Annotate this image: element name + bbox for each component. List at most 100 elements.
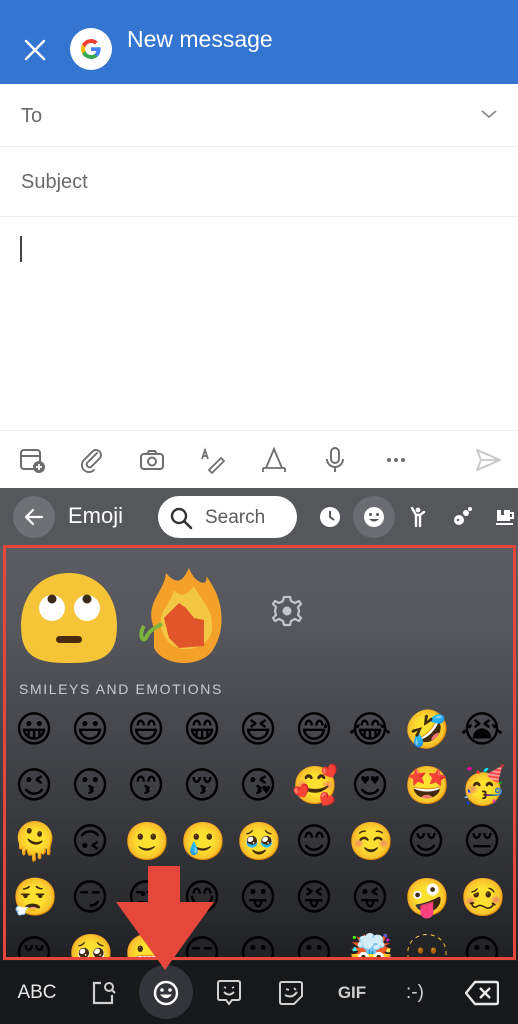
emoji-key[interactable]: 🤩 [404,764,450,808]
backspace-icon [465,980,499,1006]
category-people-activity[interactable] [397,496,439,538]
chevron-down-icon[interactable] [480,108,498,120]
emoji-key[interactable]: 😍 [348,764,392,808]
compose-screen: New message To Subject Emoji Search SMIL… [0,0,518,1024]
emoji-key[interactable]: ☺️ [348,820,394,864]
emoji-panel: SMILEYS AND EMOTIONS 😀 😃 😄 😁 😆 😅 😂 🤣 😭 😉 😗 😙 😚 😘 🥰 😍 🤩 🥳 🫠… [3,545,516,960]
emoji-tab[interactable] [150,975,182,1011]
more-icon [387,458,405,462]
emoji-key[interactable]: 😃 [68,708,112,752]
emoji-key[interactable]: 😬 [124,932,170,957]
emoji-key[interactable]: 🥲 [180,820,226,864]
text-cursor [20,236,22,262]
featured-emoji-fire-thumbs-up[interactable] [134,568,229,668]
emoji-icon [153,980,179,1006]
abc-button[interactable]: ABC [14,975,60,1011]
emoji-key[interactable]: 😙 [124,764,168,808]
emoji-key[interactable]: 😀 [12,708,56,752]
message-body-input[interactable] [0,217,518,430]
emoji-keyboard-header: Emoji Search [0,488,518,546]
google-account-icon[interactable] [70,28,112,70]
emoji-key[interactable]: 🥴 [460,876,506,920]
subject-field[interactable]: Subject [0,147,518,217]
emoji-key[interactable]: 😒 [124,876,168,920]
emoji-key[interactable]: 🙃 [68,820,112,864]
emoji-key[interactable]: 😘 [236,764,280,808]
keyboard-title: Emoji [68,503,124,528]
bitmoji-icon [217,980,241,1006]
emoji-key[interactable]: 😛 [236,876,280,920]
sticker-tab[interactable] [275,975,307,1011]
emoji-key[interactable]: 😐 [236,932,280,957]
sticker-search-button[interactable] [87,975,119,1011]
emoji-key[interactable]: 🥰 [292,764,338,808]
emoji-key[interactable]: 😉 [12,764,56,808]
page-title: New message [127,26,273,52]
emoji-key[interactable]: 😚 [180,764,224,808]
emoji-key[interactable]: 😆 [236,708,280,752]
category-smileys[interactable] [353,496,395,538]
to-field[interactable]: To [0,84,518,147]
emoji-key[interactable]: 😋 [180,876,224,920]
emoji-key[interactable]: 😜 [348,876,392,920]
attach-button[interactable] [77,445,107,475]
emoji-key[interactable]: 😏 [68,876,112,920]
nature-icon [454,507,472,525]
emoji-key[interactable]: 🙂 [124,820,170,864]
attachment-icon [80,449,102,474]
emoji-key[interactable]: 😑 [180,932,224,957]
emoji-key[interactable]: 😔 [12,932,56,957]
emoji-key[interactable]: 😮‍💨 [12,876,58,920]
text-format-icon [262,446,286,472]
camera-button[interactable] [137,445,167,475]
emoji-key[interactable]: 🫥 [404,932,450,957]
emoticon-tab[interactable]: :-) [398,975,432,1011]
calendar-add-button[interactable] [17,445,47,475]
draw-text-button[interactable] [198,445,228,475]
emoji-key[interactable]: 🫠 [12,820,58,864]
emoji-key[interactable]: 😶 [460,932,504,957]
emoji-key[interactable]: 😄 [124,708,168,752]
search-icon [170,507,193,530]
emoji-key[interactable]: 😗 [68,764,112,808]
emoji-key[interactable]: 😭 [460,708,504,752]
send-button[interactable] [473,445,503,475]
emoji-key[interactable]: 😅 [292,708,336,752]
backspace-button[interactable] [464,975,500,1011]
back-button[interactable] [13,496,55,538]
text-format-button[interactable] [259,445,289,475]
keyboard-bottom-bar: ABC GIF :-) [0,961,518,1024]
emoji-keyboard: Emoji Search SMILEYS AND EMOTIONS 😀 😃 😄 … [0,488,518,1024]
sticker-search-icon [92,981,116,1005]
gear-icon [271,595,303,627]
emoji-key[interactable]: 😶 [292,932,336,957]
emoji-key[interactable]: 😝 [292,876,336,920]
more-options-button[interactable] [381,445,411,475]
emoji-key[interactable]: 😔 [460,820,504,864]
emoji-key[interactable]: 🤯 [348,932,394,957]
send-icon [476,449,501,471]
category-recent[interactable] [309,496,351,538]
gif-tab[interactable]: GIF [335,975,369,1011]
category-nature[interactable] [441,496,483,538]
emoji-key[interactable]: 🥳 [460,764,506,808]
emoji-key[interactable]: 🤪 [404,876,450,920]
category-food-drink[interactable] [484,496,518,538]
close-button[interactable] [22,37,48,63]
emoji-search-input[interactable]: Search [158,496,297,538]
emoji-key[interactable]: 🥺 [68,932,114,957]
section-header: SMILEYS AND EMOTIONS [19,681,223,697]
microphone-button[interactable] [320,445,350,475]
bitmoji-tab[interactable] [213,975,245,1011]
emoji-key[interactable]: 😊 [292,820,336,864]
featured-emoji-eye-roll[interactable] [14,568,124,668]
close-icon [24,39,46,61]
emoji-key[interactable]: 😁 [180,708,224,752]
emoji-key[interactable]: 😌 [404,820,448,864]
calendar-add-icon [20,449,45,473]
emoji-key[interactable]: 🥹 [236,820,282,864]
emoji-settings-button[interactable] [270,594,304,628]
draw-text-icon [201,447,226,474]
emoji-key[interactable]: 😂 [348,708,392,752]
emoji-key[interactable]: 🤣 [404,708,450,752]
